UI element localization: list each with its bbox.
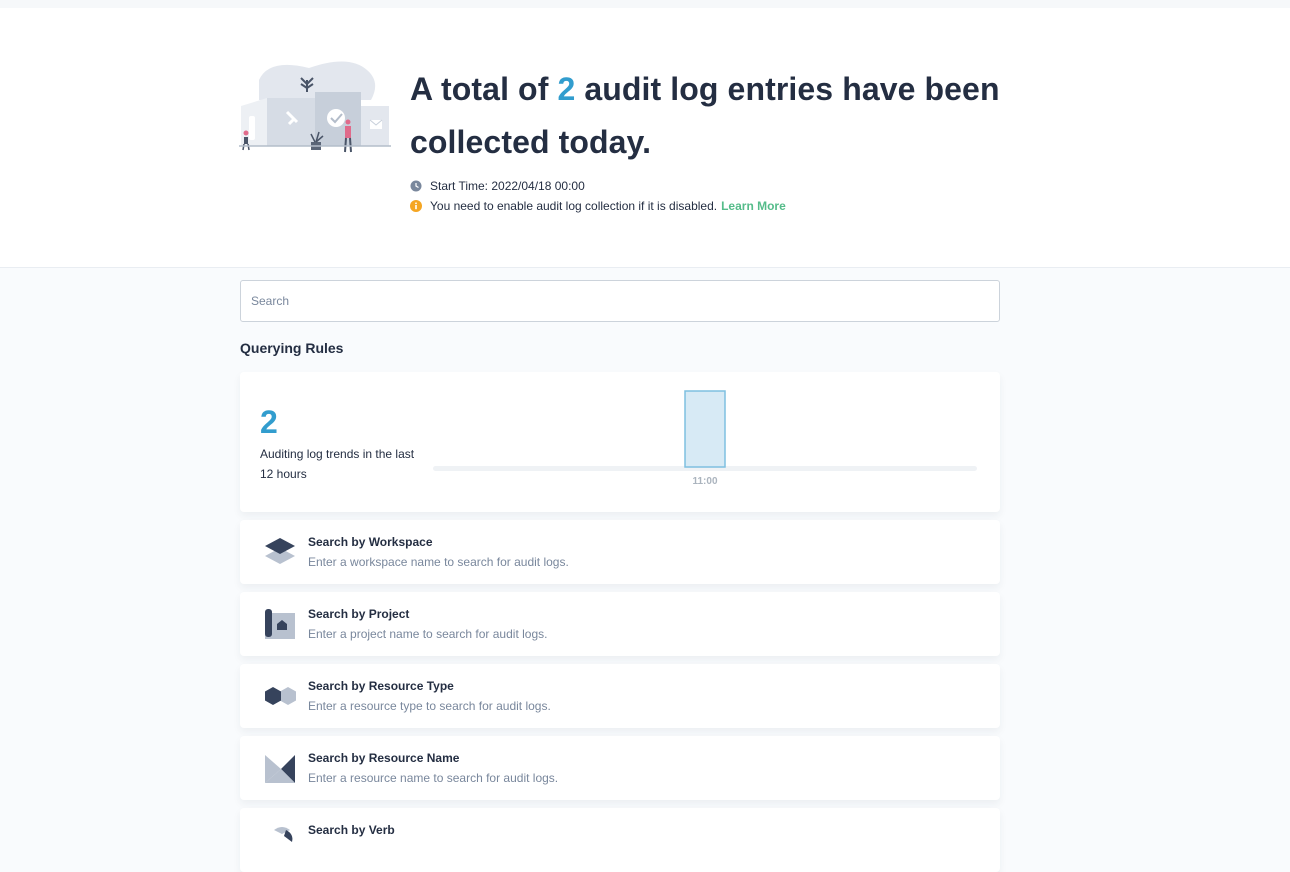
querying-rules-title: Querying Rules	[240, 340, 344, 356]
verb-icon	[274, 827, 293, 842]
project-icon	[265, 609, 295, 639]
audit-illustration-icon	[239, 61, 391, 153]
start-time: Start Time: 2022/04/18 00:00	[430, 179, 585, 193]
search-input[interactable]	[240, 280, 1000, 322]
warning-text: You need to enable audit log collection …	[430, 199, 718, 213]
rule-card-resource-type[interactable]: Search by Resource Type Enter a resource…	[240, 664, 1000, 728]
hero-title: A total of 2 audit log entries have been…	[410, 63, 1030, 169]
rule-description: Enter a project name to search for audit…	[308, 627, 548, 641]
workspace-icon	[265, 538, 295, 564]
rule-card-verb[interactable]: Search by Verb	[240, 808, 1000, 872]
rule-card-resource-name[interactable]: Search by Resource Name Enter a resource…	[240, 736, 1000, 800]
chart-bar[interactable]	[684, 390, 726, 468]
trend-card: 2 Auditing log trends in the last 12 hou…	[240, 372, 1000, 512]
learn-more-link[interactable]: Learn More	[721, 199, 786, 213]
info-icon	[410, 200, 422, 212]
rule-card-workspace[interactable]: Search by Workspace Enter a workspace na…	[240, 520, 1000, 584]
trend-description: Auditing log trends in the last 12 hours	[260, 447, 415, 481]
trend-chart: 11:00	[433, 390, 977, 484]
rule-description: Enter a resource name to search for audi…	[308, 771, 559, 785]
top-strip	[0, 0, 1290, 8]
trend-count: 2	[260, 404, 278, 440]
title-prefix: A total of	[410, 71, 549, 107]
rule-description: Enter a workspace name to search for aud…	[308, 555, 569, 569]
rule-description: Enter a resource type to search for audi…	[308, 699, 551, 713]
hero-banner: A total of 2 audit log entries have been…	[0, 8, 1290, 268]
warning-line: You need to enable audit log collection …	[410, 196, 1030, 216]
rule-title: Search by Resource Type	[308, 679, 454, 693]
hero-text: A total of 2 audit log entries have been…	[410, 63, 1030, 216]
rule-title: Search by Resource Name	[308, 751, 460, 765]
resource-name-icon	[265, 755, 295, 783]
clock-icon	[410, 180, 422, 192]
today-count: 2	[557, 71, 576, 107]
start-time-line: Start Time: 2022/04/18 00:00	[410, 176, 1030, 196]
chart-tick-label: 11:00	[692, 476, 717, 484]
main-content: Querying Rules 2 Auditing log trends in …	[240, 280, 1000, 872]
rule-list: Search by Workspace Enter a workspace na…	[240, 520, 1000, 872]
rule-title: Search by Project	[308, 607, 410, 621]
rule-title: Search by Workspace	[308, 535, 433, 549]
rule-card-project[interactable]: Search by Project Enter a project name t…	[240, 592, 1000, 656]
resource-type-icon	[265, 687, 296, 705]
